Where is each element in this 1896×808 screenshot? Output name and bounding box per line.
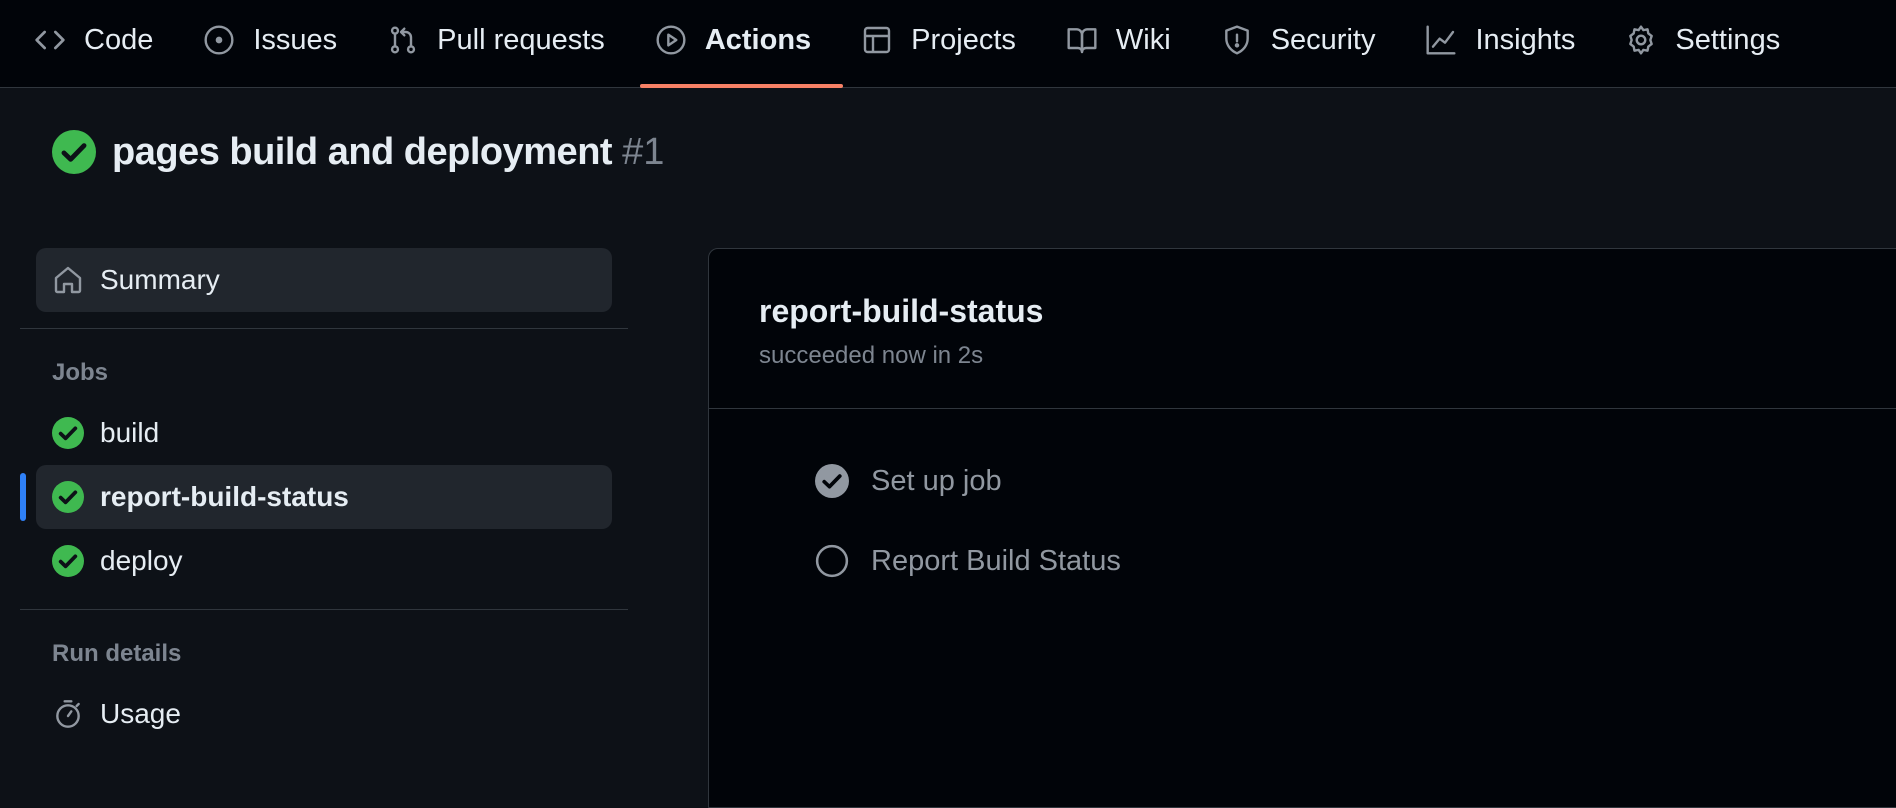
job-status-text: succeeded now in 2s bbox=[759, 342, 984, 369]
book-icon bbox=[1067, 28, 1097, 54]
repo-nav: Code Issues Pull requests Actions Projec… bbox=[0, 0, 1896, 88]
selected-indicator bbox=[20, 473, 26, 521]
tab-insights-label: Insights bbox=[1475, 23, 1576, 56]
divider bbox=[20, 609, 628, 610]
stopwatch-icon bbox=[56, 700, 80, 728]
job-panel: report-build-status succeeded now in 2s … bbox=[708, 248, 1896, 808]
run-details-heading: Run details bbox=[52, 640, 182, 667]
sidebar-item-label: Usage bbox=[100, 698, 181, 729]
tab-settings[interactable]: Settings bbox=[1625, 0, 1797, 80]
home-icon bbox=[54, 266, 82, 294]
run-title: pages build and deployment bbox=[112, 130, 613, 173]
sidebar-item-label: deploy bbox=[100, 545, 183, 576]
tab-pull-requests[interactable]: Pull requests bbox=[387, 0, 622, 80]
job-header: report-build-status succeeded now in 2s bbox=[709, 249, 1896, 409]
run-sidebar: Summary Jobs build report-build-status d… bbox=[20, 248, 628, 746]
sidebar-item-job-report-build-status[interactable]: report-build-status bbox=[20, 465, 612, 529]
tab-settings-label: Settings bbox=[1675, 23, 1781, 56]
sidebar-item-summary[interactable]: Summary bbox=[36, 248, 612, 312]
tab-actions[interactable]: Actions bbox=[639, 0, 844, 88]
check-circle-fill-icon bbox=[52, 130, 96, 174]
tab-issues-label: Issues bbox=[253, 23, 338, 56]
step-set-up-job[interactable]: Set up job bbox=[709, 441, 1896, 521]
code-icon bbox=[35, 30, 65, 50]
tab-code-label: Code bbox=[84, 23, 154, 56]
tab-code[interactable]: Code bbox=[34, 0, 170, 80]
step-label: Report Build Status bbox=[871, 544, 1121, 577]
run-number: #1 bbox=[622, 130, 665, 173]
tab-insights[interactable]: Insights bbox=[1425, 0, 1592, 80]
jobs-heading: Jobs bbox=[52, 359, 109, 386]
table-icon bbox=[863, 26, 891, 54]
job-title: report-build-status bbox=[759, 293, 1044, 329]
tab-wiki-label: Wiki bbox=[1115, 23, 1171, 56]
run-header: pages build and deployment #1 bbox=[52, 130, 664, 174]
job-steps: Set up job Report Build Status bbox=[709, 409, 1896, 601]
tab-wiki[interactable]: Wiki bbox=[1066, 0, 1188, 80]
gear-icon bbox=[1629, 25, 1654, 55]
circle-icon bbox=[815, 544, 849, 578]
sidebar-item-job-deploy[interactable]: deploy bbox=[36, 529, 612, 593]
shield-icon bbox=[1224, 25, 1249, 55]
tab-actions-label: Actions bbox=[704, 23, 812, 56]
tab-projects-label: Projects bbox=[911, 23, 1016, 56]
tab-security[interactable]: Security bbox=[1221, 0, 1393, 80]
sidebar-item-label: build bbox=[100, 417, 160, 448]
tab-projects[interactable]: Projects bbox=[861, 0, 1033, 80]
sidebar-item-usage[interactable]: Usage bbox=[36, 682, 612, 746]
check-circle-fill-icon bbox=[52, 481, 84, 513]
step-label: Set up job bbox=[871, 464, 1002, 497]
check-circle-fill-icon bbox=[52, 545, 84, 577]
sidebar-item-label: Summary bbox=[100, 264, 220, 295]
git-pull-request-icon bbox=[391, 26, 416, 54]
graph-icon bbox=[1426, 25, 1456, 55]
play-icon bbox=[656, 25, 686, 55]
check-circle-fill-icon bbox=[52, 417, 84, 449]
sidebar-item-job-build[interactable]: build bbox=[36, 401, 612, 465]
check-circle-fill-icon bbox=[815, 464, 849, 498]
tab-pull-requests-label: Pull requests bbox=[437, 23, 605, 56]
tab-issues[interactable]: Issues bbox=[203, 0, 354, 80]
sidebar-item-label: report-build-status bbox=[100, 481, 349, 512]
divider bbox=[20, 328, 628, 329]
issue-opened-icon bbox=[204, 25, 234, 55]
step-report-build-status[interactable]: Report Build Status bbox=[709, 521, 1896, 601]
tab-security-label: Security bbox=[1270, 23, 1376, 56]
